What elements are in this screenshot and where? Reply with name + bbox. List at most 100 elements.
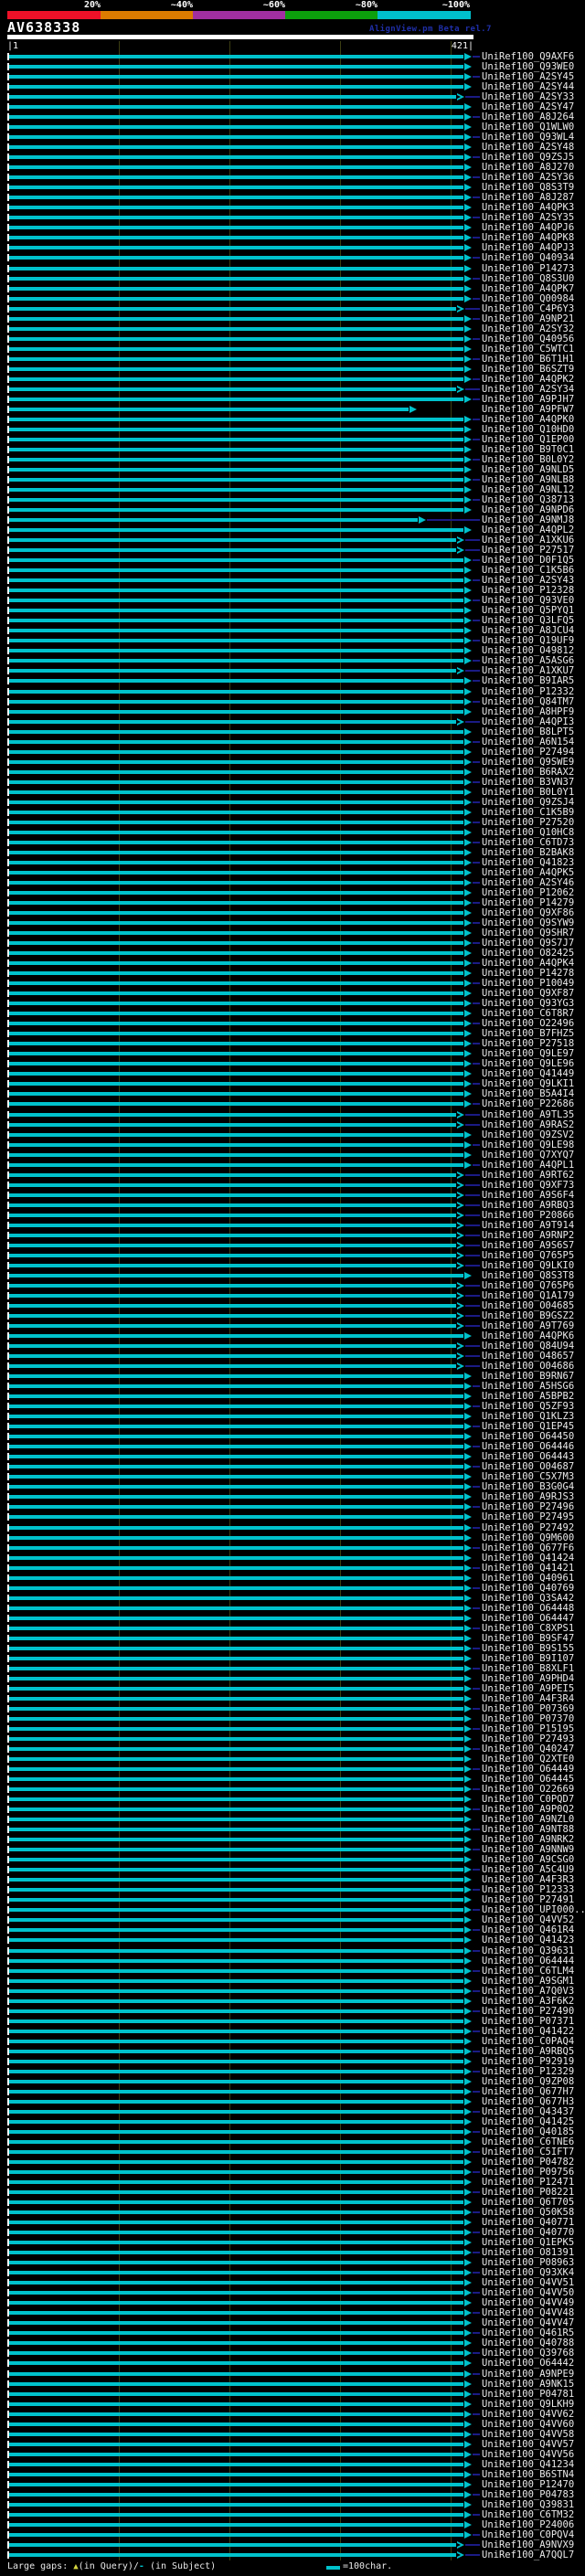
- alignment-bar[interactable]: [9, 2542, 456, 2547]
- alignment-row[interactable]: UniRef100_P27494: [0, 747, 585, 758]
- alignment-bar[interactable]: [9, 2311, 463, 2316]
- alignment-row[interactable]: UniRef100_P27492: [0, 1522, 585, 1533]
- alignment-bar[interactable]: [9, 1485, 463, 1489]
- hit-label[interactable]: UniRef100_A9NPE9: [482, 2369, 574, 2380]
- hit-label[interactable]: UniRef100_B8LPT5: [482, 726, 574, 737]
- alignment-bar[interactable]: [9, 669, 456, 673]
- alignment-bar[interactable]: [9, 1364, 456, 1369]
- alignment-row[interactable]: UniRef100_Q8S3U0: [0, 273, 585, 284]
- alignment-row[interactable]: UniRef100_P14273: [0, 263, 585, 274]
- hit-label[interactable]: UniRef100_A7QQL7: [482, 2549, 574, 2560]
- alignment-bar[interactable]: [9, 2160, 463, 2165]
- alignment-bar[interactable]: [9, 1132, 463, 1137]
- alignment-bar[interactable]: [9, 790, 463, 794]
- alignment-bar[interactable]: [9, 346, 463, 351]
- alignment-bar[interactable]: [9, 1505, 463, 1510]
- alignment-bar[interactable]: [9, 779, 463, 784]
- alignment-bar[interactable]: [9, 810, 463, 814]
- alignment-bar[interactable]: [9, 2139, 463, 2144]
- hit-label[interactable]: UniRef100_P27492: [482, 1522, 574, 1533]
- alignment-bar[interactable]: [9, 1686, 463, 1691]
- alignment-bar[interactable]: [9, 2221, 463, 2225]
- alignment-bar[interactable]: [9, 1142, 463, 1147]
- alignment-bar[interactable]: [9, 1172, 456, 1177]
- alignment-bar[interactable]: [9, 1938, 463, 1943]
- alignment-row[interactable]: UniRef100_Q39631: [0, 1945, 585, 1956]
- alignment-bar[interactable]: [9, 2351, 463, 2356]
- hit-label[interactable]: UniRef100_O64442: [482, 2359, 574, 2369]
- alignment-bar[interactable]: [9, 467, 463, 472]
- alignment-bar[interactable]: [9, 1344, 456, 1349]
- alignment-bar[interactable]: [9, 397, 463, 401]
- alignment-bar[interactable]: [9, 1273, 463, 1277]
- alignment-bar[interactable]: [9, 2129, 463, 2134]
- alignment-bar[interactable]: [9, 1122, 456, 1127]
- alignment-bar[interactable]: [9, 2422, 463, 2426]
- alignment-bar[interactable]: [9, 1243, 456, 1247]
- alignment-bar[interactable]: [9, 1585, 463, 1590]
- alignment-row[interactable]: UniRef100_Q9ZSV2: [0, 1129, 585, 1140]
- hit-label[interactable]: UniRef100_A6N154: [482, 737, 574, 747]
- alignment-bar[interactable]: [9, 246, 463, 250]
- hit-label[interactable]: UniRef100_P22686: [482, 1099, 574, 1109]
- alignment-bar[interactable]: [9, 880, 463, 885]
- alignment-bar[interactable]: [9, 518, 418, 523]
- alignment-bar[interactable]: [9, 1878, 463, 1882]
- alignment-bar[interactable]: [9, 2170, 463, 2175]
- hit-label[interactable]: UniRef100_C4P6Y3: [482, 303, 574, 314]
- alignment-bar[interactable]: [9, 417, 463, 421]
- alignment-bar[interactable]: [9, 2009, 463, 2013]
- alignment-bar[interactable]: [9, 739, 463, 744]
- hit-label[interactable]: UniRef100_P14273: [482, 263, 574, 274]
- alignment-row[interactable]: UniRef100_Q84TM7: [0, 696, 585, 707]
- alignment-bar[interactable]: [9, 1152, 463, 1157]
- alignment-bar[interactable]: [9, 1314, 456, 1318]
- alignment-bar[interactable]: [9, 1334, 463, 1339]
- hit-label[interactable]: UniRef100_Q84TM7: [482, 696, 574, 707]
- hit-label[interactable]: UniRef100_P27495: [482, 1512, 574, 1522]
- hit-label[interactable]: UniRef100_O64444: [482, 1956, 574, 1966]
- alignment-bar[interactable]: [9, 1696, 463, 1701]
- alignment-bar[interactable]: [9, 820, 463, 824]
- alignment-bar[interactable]: [9, 498, 463, 503]
- alignment-bar[interactable]: [9, 961, 463, 966]
- alignment-bar[interactable]: [9, 1425, 463, 1429]
- alignment-bar[interactable]: [9, 1082, 463, 1087]
- alignment-bar[interactable]: [9, 356, 463, 361]
- hit-label[interactable]: UniRef100_Q7XYQ7: [482, 1150, 574, 1161]
- alignment-bar[interactable]: [9, 1384, 463, 1389]
- alignment-bar[interactable]: [9, 1646, 463, 1650]
- alignment-bar[interactable]: [9, 1797, 463, 1802]
- alignment-bar[interactable]: [9, 528, 463, 533]
- alignment-bar[interactable]: [9, 1616, 463, 1620]
- hit-label[interactable]: UniRef100_A9NP21: [482, 313, 574, 324]
- alignment-bar[interactable]: [9, 1465, 463, 1469]
- alignment-bar[interactable]: [9, 1848, 463, 1852]
- alignment-bar[interactable]: [9, 457, 463, 461]
- alignment-bar[interactable]: [9, 75, 463, 80]
- alignment-bar[interactable]: [9, 2512, 463, 2517]
- alignment-bar[interactable]: [9, 941, 463, 946]
- alignment-bar[interactable]: [9, 860, 463, 864]
- alignment-bar[interactable]: [9, 437, 463, 441]
- alignment-bar[interactable]: [9, 1545, 463, 1550]
- hit-label[interactable]: UniRef100_Q41421: [482, 1563, 574, 1574]
- alignment-bar[interactable]: [9, 588, 463, 593]
- alignment-row[interactable]: UniRef100_P12332: [0, 686, 585, 697]
- alignment-bar[interactable]: [9, 1928, 463, 1933]
- hit-label[interactable]: UniRef100_A9NK15: [482, 2379, 574, 2390]
- alignment-bar[interactable]: [9, 427, 463, 431]
- alignment-bar[interactable]: [9, 2391, 463, 2396]
- alignment-bar[interactable]: [9, 2361, 463, 2366]
- alignment-bar[interactable]: [9, 1193, 456, 1197]
- hit-label[interactable]: UniRef100_Q4VV62: [482, 2409, 574, 2420]
- alignment-bar[interactable]: [9, 2371, 463, 2376]
- alignment-bar[interactable]: [9, 1595, 463, 1600]
- alignment-bar[interactable]: [9, 1283, 456, 1288]
- hit-label[interactable]: UniRef100_A4QPI3: [482, 716, 574, 727]
- alignment-bar[interactable]: [9, 1757, 463, 1762]
- alignment-bar[interactable]: [9, 1253, 456, 1257]
- alignment-bar[interactable]: [9, 1293, 456, 1298]
- alignment-row[interactable]: UniRef100_O64444: [0, 1956, 585, 1966]
- alignment-bar[interactable]: [9, 659, 463, 663]
